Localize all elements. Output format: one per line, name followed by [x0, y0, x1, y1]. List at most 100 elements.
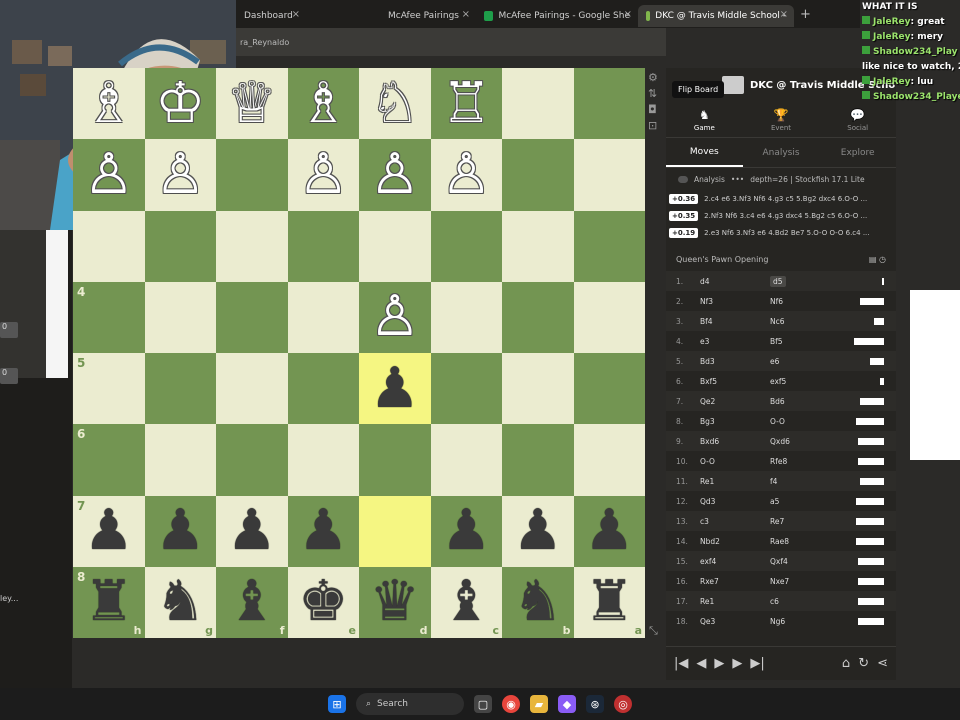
chess-piece[interactable]: ♙	[84, 146, 134, 203]
board-square[interactable]	[573, 281, 645, 353]
black-move[interactable]: Nf6	[770, 297, 830, 306]
white-move[interactable]: Nbd2	[700, 537, 770, 546]
engine-toggle[interactable]	[678, 175, 688, 183]
close-icon[interactable]: ×	[462, 9, 470, 20]
board-square[interactable]: ♕	[216, 68, 288, 140]
board-square[interactable]	[216, 139, 288, 211]
black-move[interactable]: Ng6	[770, 617, 830, 626]
white-move[interactable]: Rxe7	[700, 577, 770, 586]
board-square[interactable]: f ♝	[216, 566, 288, 638]
windows-start-icon[interactable]: ⊞	[328, 695, 346, 713]
chess-piece[interactable]: ♙	[370, 146, 420, 203]
board-square[interactable]: ♟	[216, 495, 288, 567]
white-move[interactable]: Re1	[700, 597, 770, 606]
board-square[interactable]: ♟	[287, 495, 359, 567]
black-move[interactable]: exf5	[770, 377, 830, 386]
board-square[interactable]	[430, 281, 502, 353]
board-square[interactable]: ♙	[359, 281, 431, 353]
white-move[interactable]: Qe2	[700, 397, 770, 406]
board-square[interactable]	[430, 210, 502, 282]
board-square[interactable]: ♙	[73, 139, 145, 211]
chess-piece[interactable]: ♟	[298, 503, 348, 559]
book-icon[interactable]: ▤	[869, 255, 877, 264]
board-square[interactable]	[573, 68, 645, 140]
tab-game[interactable]: ♞ Game	[666, 102, 743, 137]
board-square[interactable]: ♙	[430, 139, 502, 211]
board-square[interactable]: ♙	[144, 139, 216, 211]
chess-piece[interactable]: ♞	[155, 574, 205, 630]
taskbar-search[interactable]: ⌕ Search	[356, 693, 464, 715]
chess-piece[interactable]: ♟	[84, 503, 134, 559]
white-move[interactable]: Bg3	[700, 417, 770, 426]
board-square[interactable]	[73, 210, 145, 282]
white-move[interactable]: O-O	[700, 457, 770, 466]
steam-icon[interactable]: ⊛	[586, 695, 604, 713]
white-move[interactable]: Re1	[700, 477, 770, 486]
engine-line[interactable]: +0.19 2.e3 Nf6 3.Nf3 e6 4.Bd2 Be7 5.O-O …	[666, 224, 896, 241]
board-square[interactable]: d ♛	[359, 566, 431, 638]
move-row[interactable]: 8. Bg3 O-O	[666, 411, 896, 431]
move-row[interactable]: 9. Bxd6 Qxd6	[666, 431, 896, 451]
chess-piece[interactable]: ♘	[370, 75, 420, 132]
engine-line[interactable]: +0.36 2.c4 e6 3.Nf3 Nf6 4.g3 c5 5.Bg2 dx…	[666, 190, 896, 207]
white-move[interactable]: c3	[700, 517, 770, 526]
chess-piece[interactable]: ♙	[370, 289, 420, 345]
chess-piece[interactable]: ♛	[370, 574, 420, 630]
move-row[interactable]: 11. Re1 f4	[666, 471, 896, 491]
move-row[interactable]: 3. Bf4 Nc6	[666, 311, 896, 331]
black-move[interactable]: a5	[770, 497, 830, 506]
gear-icon[interactable]: ⚙	[648, 70, 662, 86]
board-square[interactable]	[216, 210, 288, 282]
board-square[interactable]	[287, 353, 359, 425]
flip-board-icon[interactable]: ⇅	[648, 86, 662, 102]
black-move[interactable]: Qxf4	[770, 557, 830, 566]
move-row[interactable]: 16. Rxe7 Nxe7	[666, 571, 896, 591]
black-move[interactable]: c6	[770, 597, 830, 606]
board-square[interactable]	[216, 353, 288, 425]
black-move[interactable]: Re7	[770, 517, 830, 526]
app-icon[interactable]: ◆	[558, 695, 576, 713]
board-square[interactable]	[359, 210, 431, 282]
board-square[interactable]	[573, 353, 645, 425]
board-square[interactable]	[359, 424, 431, 496]
board-square[interactable]	[573, 139, 645, 211]
white-move[interactable]: d4	[700, 277, 770, 286]
chess-piece[interactable]: ♔	[155, 75, 205, 132]
chess-piece[interactable]: ♕	[227, 75, 277, 132]
chess-piece[interactable]: ♙	[155, 146, 205, 203]
board-square[interactable]: c ♝	[430, 566, 502, 638]
chess-piece[interactable]: ♜	[84, 574, 134, 630]
board-square[interactable]	[573, 424, 645, 496]
close-icon[interactable]: ×	[780, 9, 788, 20]
black-move[interactable]: Qxd6	[770, 437, 830, 446]
white-move[interactable]: Qe3	[700, 617, 770, 626]
chess-piece[interactable]: ♞	[513, 574, 563, 630]
browser-tab-pairings[interactable]: McAfee Pairings ×	[306, 5, 476, 27]
close-icon[interactable]: ×	[292, 9, 300, 20]
board-square[interactable]: ♔	[144, 68, 216, 140]
board-square[interactable]	[144, 281, 216, 353]
board-square[interactable]	[502, 210, 574, 282]
white-move[interactable]: Nf3	[700, 297, 770, 306]
move-row[interactable]: 6. Bxf5 exf5	[666, 371, 896, 391]
black-move[interactable]: f4	[770, 477, 830, 486]
move-row[interactable]: 5. Bd3 e6	[666, 351, 896, 371]
more-icon[interactable]: •••	[731, 175, 744, 184]
tab-event[interactable]: 🏆 Event	[743, 102, 820, 137]
chess-piece[interactable]: ♟	[513, 503, 563, 559]
board-square[interactable]: g ♞	[144, 566, 216, 638]
chess-piece[interactable]: ♟	[227, 503, 277, 559]
chess-piece[interactable]: ♝	[441, 574, 491, 630]
board-square[interactable]: ♟	[573, 495, 645, 567]
browser-tab-dashboard[interactable]: Dashboard ×	[236, 5, 306, 27]
black-move[interactable]: Rfe8	[770, 457, 830, 466]
address-bar[interactable]: ra_Reynaldo	[236, 28, 666, 56]
white-move[interactable]: e3	[700, 337, 770, 346]
board-square[interactable]: 4	[73, 281, 145, 353]
board-square[interactable]: 6	[73, 424, 145, 496]
move-row[interactable]: 15. exf4 Qxf4	[666, 551, 896, 571]
white-move[interactable]: exf4	[700, 557, 770, 566]
chess-piece[interactable]: ♙	[298, 146, 348, 203]
chess-piece[interactable]: ♟	[441, 503, 491, 559]
board-square[interactable]	[430, 353, 502, 425]
